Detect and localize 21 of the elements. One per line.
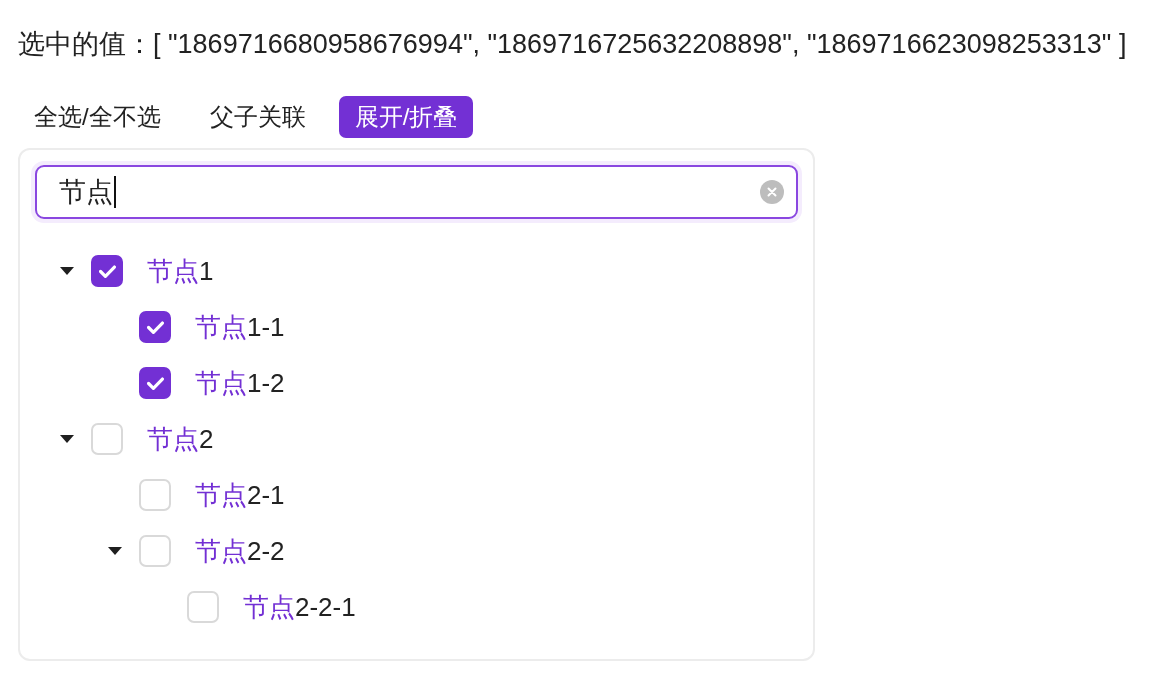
caret-icon[interactable] [60,435,74,443]
tree-node-label[interactable]: 节点2-2-1 [243,589,356,625]
toggle-button[interactable]: 展开/折叠 [338,96,474,138]
caret-icon[interactable] [60,267,74,275]
tree-node-label[interactable]: 节点2-2 [195,533,285,569]
tree-node-label[interactable]: 节点1 [147,253,214,289]
checkbox[interactable] [139,311,171,343]
tree-node-label[interactable]: 节点1-1 [195,309,285,345]
check-icon [146,376,164,390]
toggle-button[interactable]: 全选/全不选 [18,96,177,138]
text-cursor-icon [114,176,116,208]
check-icon [98,264,116,278]
selected-values-text: 选中的值：[ "1869716680958676994", "1869716725632208898", "1869716623098253313" ] [18,28,1128,61]
checkbox[interactable] [139,367,171,399]
toggle-button[interactable]: 父子关联 [193,96,322,138]
tree-node-label[interactable]: 节点1-2 [195,365,285,401]
tree-node-label[interactable]: 节点2-1 [195,477,285,513]
caret-icon[interactable] [108,547,122,555]
check-icon [146,320,164,334]
tree-node-label[interactable]: 节点2 [147,421,214,457]
checkbox[interactable] [91,255,123,287]
